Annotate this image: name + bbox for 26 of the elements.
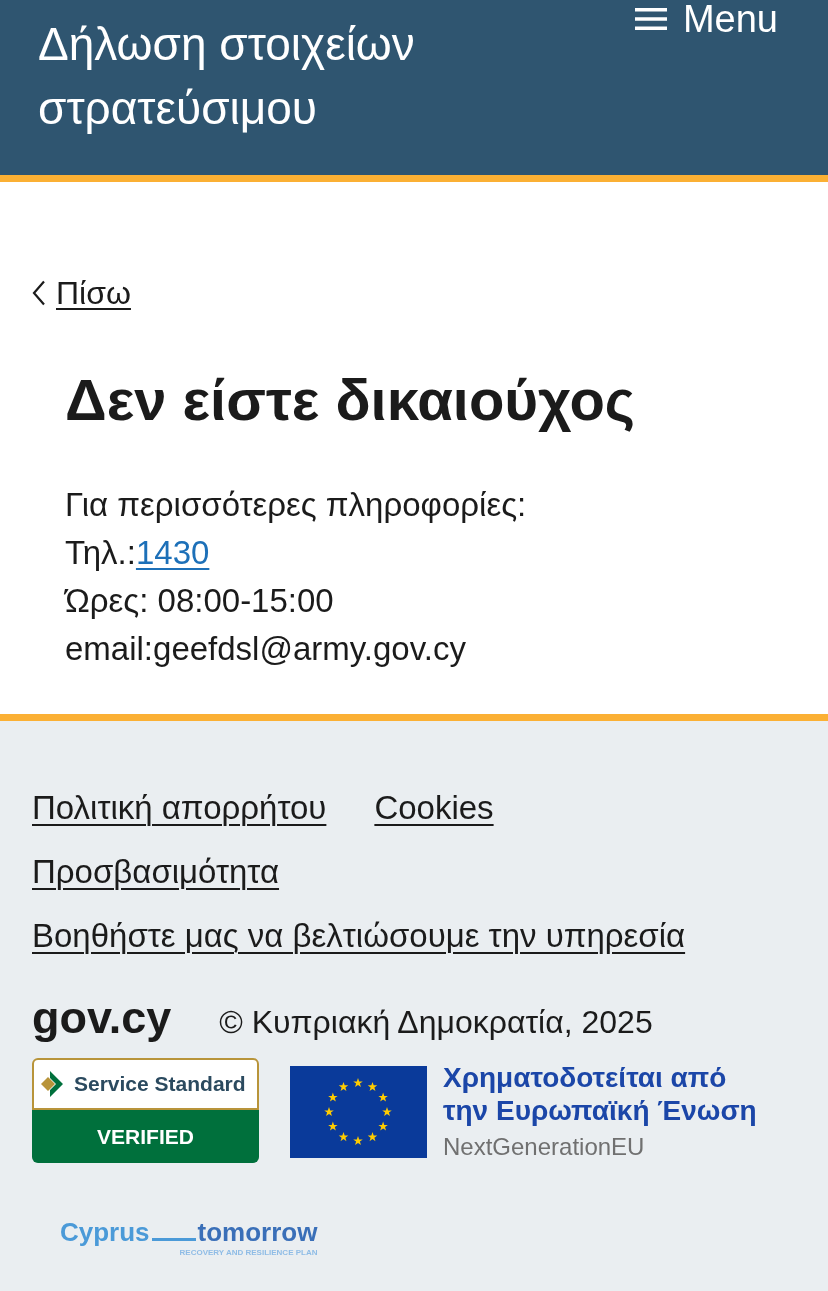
page-title: Δήλωση στοιχείων στρατεύσιμου: [38, 17, 416, 136]
eu-funding-text: την Ευρωπαϊκή Ένωση: [443, 1094, 757, 1127]
chevron-left-icon: [32, 280, 46, 306]
email-text: email:geefdsl@army.gov.cy: [65, 629, 467, 669]
verified-band: VERIFIED: [32, 1110, 259, 1163]
info-text: Για περισσότερες πληροφορίες:: [65, 485, 528, 525]
phone-link[interactable]: 1430: [135, 534, 210, 571]
hours-text: Ώρες: 08:00-15:00: [65, 581, 335, 621]
eu-flag-icon: [290, 1066, 427, 1158]
copyright-text: © Κυπριακή Δημοκρατία, 2025: [219, 1003, 653, 1042]
menu-icon: [634, 8, 667, 30]
footer-link[interactable]: Πολιτική απορρήτου: [32, 788, 327, 828]
footer-link[interactable]: Βοηθήστε μας να βελτιώσουμε την υπηρεσία: [32, 916, 686, 956]
footer-link[interactable]: Προσβασιμότητα: [32, 852, 280, 892]
eu-funding-text: Χρηματοδοτείται από: [443, 1061, 728, 1094]
logo-word: Cyprus: [60, 1217, 150, 1247]
logo-tagline: RECOVERY AND RESILIENCE PLAN: [179, 1247, 318, 1259]
back-link[interactable]: Πίσω: [32, 274, 131, 312]
footer-link[interactable]: Cookies: [374, 788, 494, 828]
menu-button[interactable]: Menu: [634, 0, 778, 38]
badge-title: Service Standard: [74, 1072, 246, 1096]
nextgen-text: NextGenerationEU: [443, 1132, 646, 1162]
phone-label: Τηλ.:: [65, 534, 136, 571]
page-heading: Δεν είστε δικαιούχος: [65, 367, 636, 433]
logo-word: tomorrow: [197, 1217, 318, 1247]
govcy-logo: gov.cy: [32, 991, 172, 1045]
